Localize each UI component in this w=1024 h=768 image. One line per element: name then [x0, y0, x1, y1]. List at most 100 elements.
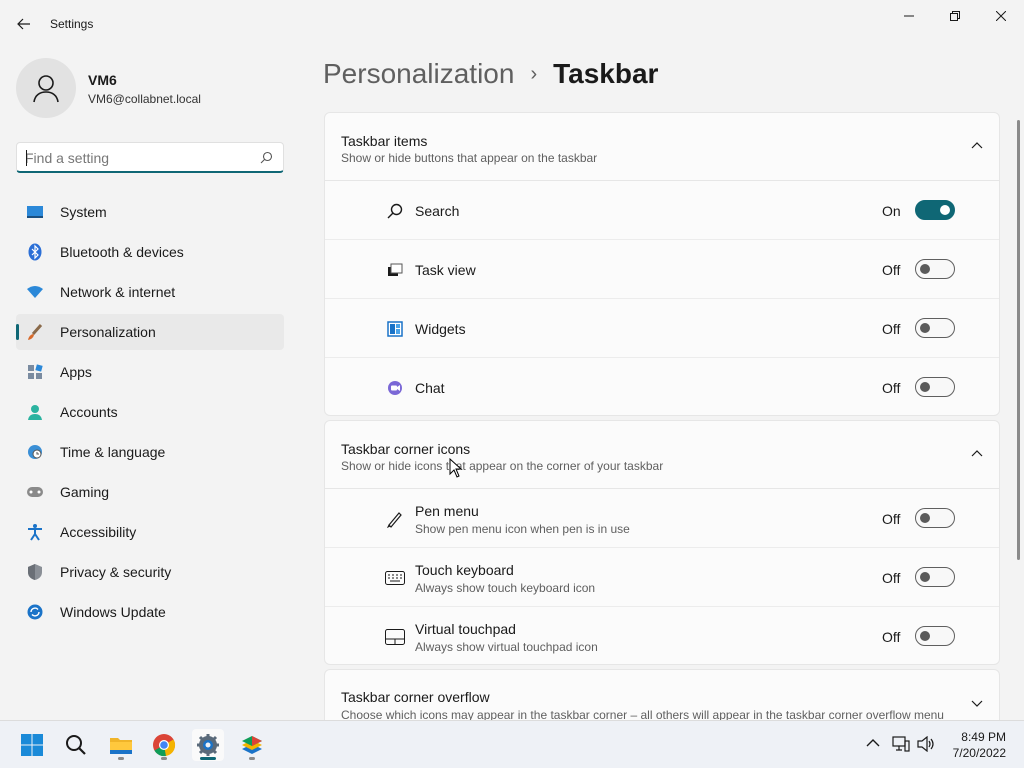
sidebar-item-bluetooth[interactable]: Bluetooth & devices: [16, 234, 284, 270]
setting-description: Always show virtual touchpad icon: [415, 640, 598, 654]
toggle-state: Off: [882, 262, 901, 278]
sidebar-item-privacy[interactable]: Privacy & security: [16, 554, 284, 590]
sidebar-item-personalization[interactable]: Personalization: [16, 314, 284, 350]
title-bar: Settings: [0, 0, 1024, 48]
breadcrumb-separator: ›: [530, 62, 538, 85]
bluestacks-icon: [242, 736, 262, 754]
taskbar-items-header[interactable]: Taskbar items Show or hide buttons that …: [325, 113, 999, 181]
corner-icons-header[interactable]: Taskbar corner icons Show or hide icons …: [325, 421, 999, 489]
setting-label: Pen menu: [415, 503, 479, 519]
section-subtitle: Choose which icons may appear in the tas…: [341, 708, 944, 720]
toggle-knob: [920, 513, 930, 523]
clock-date: 7/20/2022: [952, 746, 1006, 760]
sidebar-nav: System Bluetooth & devices Network & int…: [16, 194, 284, 634]
toggle-state: On: [882, 203, 901, 219]
chevron-up-icon[interactable]: [971, 141, 983, 149]
running-indicator: [161, 757, 167, 760]
clock-globe-icon: [26, 443, 44, 461]
minimize-button[interactable]: [886, 4, 932, 28]
search-box[interactable]: [16, 142, 284, 173]
sidebar-item-gaming[interactable]: Gaming: [16, 474, 284, 510]
setting-label: Chat: [415, 380, 445, 396]
toggle-state: Off: [882, 380, 901, 396]
task-view-toggle[interactable]: [915, 259, 955, 279]
network-icon[interactable]: [892, 735, 910, 753]
brush-icon: [26, 323, 44, 341]
corner-overflow-card[interactable]: Taskbar corner overflow Choose which ico…: [324, 669, 1000, 720]
system-clock[interactable]: 8:49 PM 7/20/2022: [953, 729, 1006, 761]
setting-description: Show pen menu icon when pen is in use: [415, 522, 630, 536]
folder-icon: [110, 738, 132, 754]
toggle-state: Off: [882, 511, 901, 527]
sidebar-item-windows-update[interactable]: Windows Update: [16, 594, 284, 630]
setting-row-virtual-touchpad: Virtual touchpad Always show virtual tou…: [325, 607, 999, 664]
file-explorer-button[interactable]: [105, 729, 137, 761]
chevron-down-icon[interactable]: [971, 700, 983, 708]
chevron-up-icon[interactable]: [866, 738, 880, 748]
toggle-knob: [940, 205, 950, 215]
pen-menu-toggle[interactable]: [915, 508, 955, 528]
breadcrumb-parent[interactable]: Personalization: [323, 58, 514, 90]
page-title: Taskbar: [553, 58, 659, 89]
sidebar-item-time-language[interactable]: Time & language: [16, 434, 284, 470]
gamepad-icon: [26, 483, 44, 501]
toggle-state: Off: [882, 570, 901, 586]
chat-toggle[interactable]: [915, 377, 955, 397]
accessibility-icon: [26, 523, 44, 541]
sidebar-item-network[interactable]: Network & internet: [16, 274, 284, 310]
chrome-button[interactable]: [148, 729, 180, 761]
windows-logo-icon: [21, 734, 43, 756]
settings-taskbar-button[interactable]: [192, 729, 224, 761]
wifi-icon: [26, 283, 44, 301]
close-button[interactable]: [978, 4, 1024, 28]
sidebar-item-label: Windows Update: [60, 604, 166, 620]
bluestacks-button[interactable]: [236, 729, 268, 761]
apps-icon: [26, 363, 44, 381]
sidebar-item-system[interactable]: System: [16, 194, 284, 230]
clock-time: 8:49 PM: [961, 730, 1006, 744]
running-indicator: [118, 757, 124, 760]
search-input[interactable]: [25, 148, 250, 168]
search-icon: [66, 735, 86, 755]
toggle-knob: [920, 323, 930, 333]
user-name: VM6: [88, 72, 117, 88]
taskbar-search-button[interactable]: [60, 729, 92, 761]
touch-keyboard-toggle[interactable]: [915, 567, 955, 587]
minimize-icon: [904, 15, 914, 17]
setting-row-task-view: Task view Off: [325, 240, 999, 299]
sidebar-item-accessibility[interactable]: Accessibility: [16, 514, 284, 550]
scrollbar[interactable]: [1017, 120, 1020, 560]
back-arrow-icon: [17, 18, 30, 30]
sidebar-item-apps[interactable]: Apps: [16, 354, 284, 390]
restore-button[interactable]: [932, 4, 978, 28]
shield-icon: [26, 563, 44, 581]
chat-icon: [385, 378, 405, 398]
restore-icon: [950, 11, 960, 21]
back-button[interactable]: [12, 12, 36, 36]
toggle-knob: [920, 382, 930, 392]
toggle-state: Off: [882, 629, 901, 645]
sidebar-item-label: Bluetooth & devices: [60, 244, 184, 260]
volume-icon[interactable]: [917, 736, 935, 752]
search-toggle[interactable]: [915, 200, 955, 220]
section-subtitle: Show or hide icons that appear on the co…: [341, 459, 664, 473]
chevron-up-icon[interactable]: [971, 449, 983, 457]
system-icon: [26, 203, 44, 221]
start-button[interactable]: [16, 729, 48, 761]
mouse-pointer-icon: [449, 458, 463, 478]
accounts-icon: [26, 403, 44, 421]
avatar[interactable]: [16, 58, 76, 118]
gear-icon: [197, 734, 219, 756]
sidebar-item-accounts[interactable]: Accounts: [16, 394, 284, 430]
virtual-touchpad-toggle[interactable]: [915, 626, 955, 646]
sidebar-item-label: Network & internet: [60, 284, 176, 300]
setting-row-chat: Chat Off: [325, 358, 999, 415]
toggle-knob: [920, 631, 930, 641]
widgets-toggle[interactable]: [915, 318, 955, 338]
sidebar-item-label: Apps: [60, 364, 92, 380]
setting-row-search: Search On: [325, 181, 999, 240]
section-title: Taskbar corner icons: [341, 441, 471, 457]
search-icon: [260, 151, 273, 164]
user-icon: [33, 75, 59, 103]
sidebar-item-label: Accessibility: [60, 524, 137, 540]
